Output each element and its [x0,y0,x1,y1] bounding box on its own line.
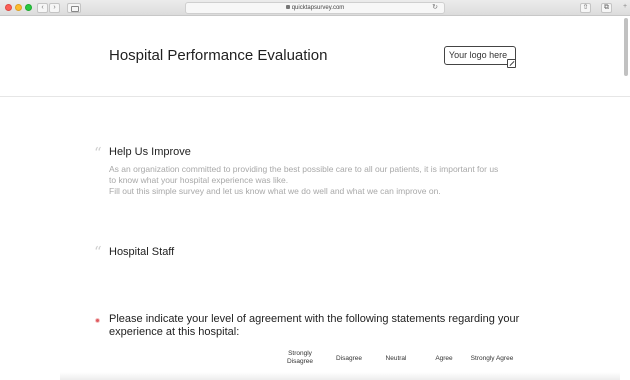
required-indicator-icon [95,318,100,323]
description-line: to know what your hospital experience wa… [109,175,289,185]
tabs-icon: ⧉ [604,4,609,11]
back-button[interactable]: ‹ [37,3,48,13]
logo-label: Your logo here [448,50,508,60]
description-line: As an organization committed to providin… [109,164,499,174]
table-top-edge [60,372,620,380]
forward-button[interactable]: › [49,3,60,13]
share-button[interactable]: ⇧ [580,3,591,13]
edit-icon[interactable] [507,59,516,68]
url-text: quicktapsurvey.com [291,5,345,11]
plus-icon: + [622,3,628,10]
reload-icon[interactable]: ↻ [432,3,438,13]
minimize-window-button[interactable] [15,4,22,11]
quote-icon: “ [94,243,102,261]
show-tabs-button[interactable]: ⧉ [601,3,612,13]
close-window-button[interactable] [5,4,12,11]
chevron-right-icon: › [53,4,56,11]
chevron-left-icon: ‹ [41,4,44,11]
scale-header-disagree: Disagree [335,355,362,362]
scrollbar[interactable] [624,18,628,76]
section-heading-help: Help Us Improve [109,146,191,158]
quote-icon: “ [94,144,102,162]
share-icon: ⇧ [582,4,589,11]
new-tab-button[interactable]: + [620,3,630,13]
lock-icon [285,5,290,9]
section-description: As an organization committed to providin… [109,164,529,197]
question-text: Please indicate your level of agreement … [109,313,520,338]
scale-header-neutral: Neutral [385,355,407,362]
scale-header-agree: Agree [435,355,453,362]
address-bar[interactable]: quicktapsurvey.com ↻ [185,2,445,14]
scale-header-strongly-agree: Strongly Agree [470,355,514,362]
scale-header-strongly-disagree: Strongly Disagree [286,350,313,365]
maximize-window-button[interactable] [25,4,32,11]
section-heading-staff: Hospital Staff [109,246,175,258]
page-title: Hospital Performance Evaluation [109,47,328,64]
survey-header: Hospital Performance Evaluation Your log… [0,16,630,97]
logo-placeholder[interactable]: Your logo here [444,46,516,68]
sidebar-toggle-button[interactable] [67,3,81,13]
description-line: Fill out this simple survey and let us k… [109,186,441,196]
browser-toolbar: ‹ › quicktapsurvey.com ↻ ⇧ ⧉ + [0,0,630,16]
